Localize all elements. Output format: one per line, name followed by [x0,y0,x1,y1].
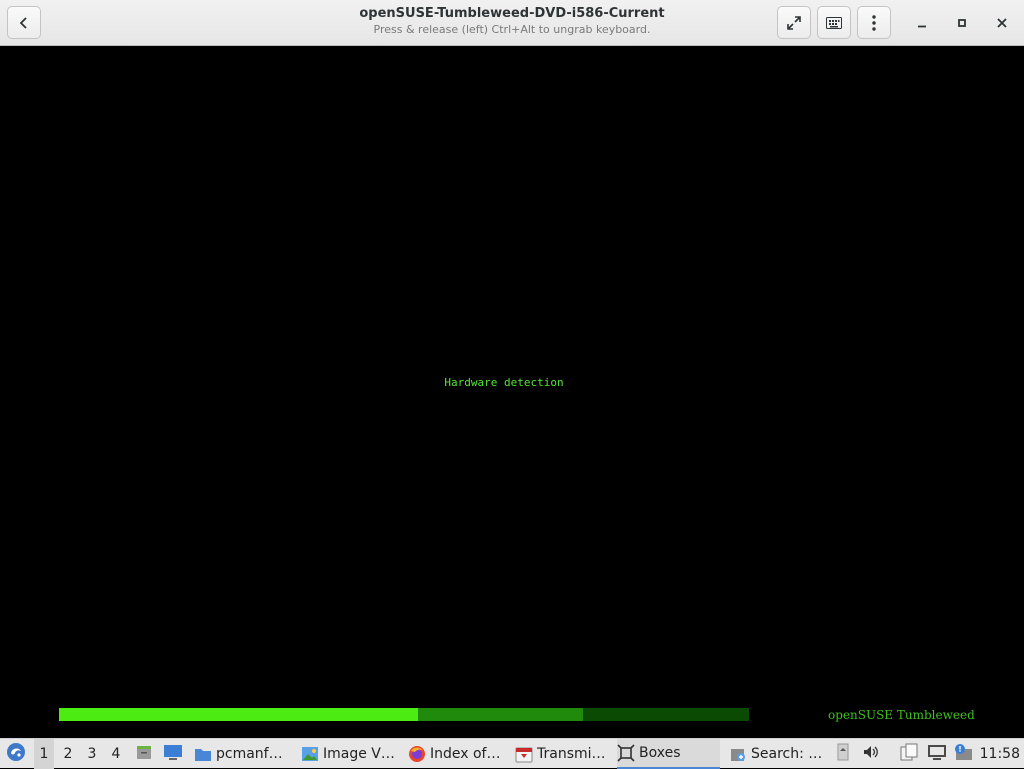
clipboard-icon [899,742,919,766]
minimize-button[interactable] [910,10,934,34]
progress-done-segment [59,708,418,721]
keyboard-icon [826,16,842,29]
task-image-viewer[interactable]: Image V… [301,739,401,769]
boxes-icon [617,744,635,762]
task-label: Boxes [639,745,681,761]
task-label: Image V… [323,746,395,762]
task-transmission[interactable]: Transmi… [515,739,611,769]
firefox-icon [408,745,426,763]
image-viewer-icon [301,745,319,763]
task-label: Index of… [430,746,501,762]
task-label: Transmi… [537,746,606,762]
speaker-icon [862,744,880,764]
workspace-2[interactable]: 2 [58,739,78,769]
desktop-icon [163,743,183,765]
volume-button[interactable] [861,739,881,769]
vertical-dots-icon [872,14,876,31]
network-button[interactable] [926,739,948,769]
keyboard-button[interactable] [817,6,851,39]
chevron-up-icon [837,743,849,765]
task-label: pcmanf… [216,746,283,762]
close-button[interactable] [990,10,1014,34]
folder-icon [194,745,212,763]
workspace-4[interactable]: 4 [106,739,126,769]
task-label: Search: … [751,746,823,762]
update-alert-icon [953,743,973,765]
task-pcmanfm[interactable]: pcmanf… [194,739,290,769]
fullscreen-button[interactable] [777,6,811,39]
search-app-icon [729,745,747,763]
transmission-icon [515,745,533,763]
workspace-1[interactable]: 1 [34,739,54,769]
file-cabinet-icon [135,743,153,765]
maximize-button[interactable] [950,10,974,34]
maximize-icon [957,13,967,32]
launcher-file-manager[interactable] [134,739,154,769]
taskbar: 1 2 3 4 pcmanf… Image V… Index of… Trans… [0,738,1024,769]
boot-progress-bar [59,708,749,721]
vm-display[interactable]: Hardware detection openSUSE Tumbleweed [0,46,1024,738]
header-bar: openSUSE-Tumbleweed-DVD-i586-Current Pre… [0,0,1024,46]
app-menu-button[interactable] [4,739,28,769]
fullscreen-icon [786,15,802,31]
close-icon [997,13,1007,32]
task-firefox[interactable]: Index of… [408,739,508,769]
updates-button[interactable] [952,739,974,769]
brand-text: openSUSE Tumbleweed [828,708,975,722]
tray-expander[interactable] [835,739,851,769]
task-search[interactable]: Search: … [729,739,825,769]
launcher-desktop[interactable] [162,739,184,769]
task-boxes[interactable]: Boxes [617,739,720,769]
clock[interactable]: 11:58 [980,739,1020,769]
workspace-3[interactable]: 3 [82,739,102,769]
network-icon [927,743,947,765]
opensuse-logo-icon [6,742,26,766]
minimize-icon [917,13,927,32]
boot-status-text: Hardware detection [444,376,564,389]
clipboard-button[interactable] [897,739,921,769]
menu-button[interactable] [857,6,891,39]
